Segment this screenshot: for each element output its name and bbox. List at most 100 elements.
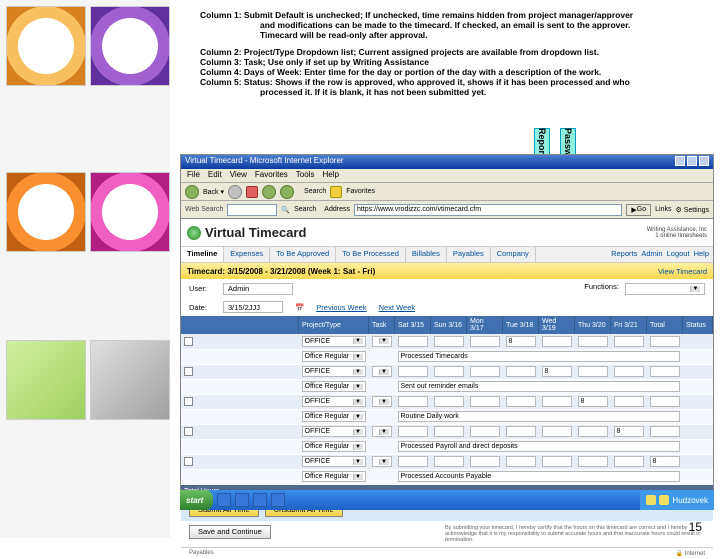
task-dropdown[interactable]: ▼ — [372, 396, 392, 407]
project-dropdown[interactable]: Office Regular▼ — [302, 411, 366, 422]
forward-button[interactable] — [228, 185, 242, 199]
hours-input[interactable] — [398, 366, 428, 377]
hours-input[interactable] — [578, 336, 608, 347]
hours-input[interactable] — [650, 336, 680, 347]
task-item[interactable] — [271, 493, 285, 507]
hours-input[interactable]: 8 — [506, 336, 536, 347]
links-label[interactable]: Links — [655, 206, 671, 213]
calendar-icon[interactable]: 📅 — [295, 303, 304, 312]
project-dropdown[interactable]: Office Regular▼ — [302, 441, 366, 452]
hours-input[interactable] — [506, 426, 536, 437]
submit-checkbox[interactable] — [184, 367, 193, 376]
start-button[interactable]: start — [180, 490, 213, 510]
hours-input[interactable] — [398, 396, 428, 407]
save-continue-button[interactable]: Save and Continue — [189, 525, 271, 539]
hours-input[interactable] — [614, 396, 644, 407]
hours-input[interactable] — [434, 426, 464, 437]
hours-input[interactable] — [506, 366, 536, 377]
submit-checkbox[interactable] — [184, 337, 193, 346]
project-dropdown[interactable]: OFFICE▼ — [302, 336, 366, 347]
tray-icon[interactable] — [659, 495, 669, 505]
task-dropdown[interactable]: ▼ — [372, 426, 392, 437]
tray-icon[interactable] — [646, 495, 656, 505]
link-logout[interactable]: Logout — [667, 249, 690, 260]
date-field[interactable]: 3/15/2JJJ — [223, 301, 283, 313]
system-tray[interactable]: Hudzovek — [640, 490, 714, 510]
hours-input[interactable] — [650, 366, 680, 377]
hours-input[interactable] — [578, 426, 608, 437]
hours-input[interactable] — [614, 456, 644, 467]
description-input[interactable]: Routine Daily work — [398, 411, 680, 422]
hours-input[interactable] — [506, 456, 536, 467]
favorites-icon[interactable] — [330, 186, 342, 198]
tab-process[interactable]: To Be Processed — [336, 247, 406, 262]
hours-input[interactable]: 8 — [542, 366, 572, 377]
hours-input[interactable] — [542, 396, 572, 407]
submit-checkbox[interactable] — [184, 427, 193, 436]
description-input[interactable]: Processed Payroll and direct deposits — [398, 441, 680, 452]
menu-tools[interactable]: Tools — [296, 170, 315, 181]
menu-file[interactable]: File — [187, 170, 200, 181]
description-input[interactable]: Processed Timecards — [398, 351, 680, 362]
menu-edit[interactable]: Edit — [208, 170, 222, 181]
stop-button[interactable] — [246, 186, 258, 198]
task-item[interactable] — [235, 493, 249, 507]
hours-input[interactable] — [542, 426, 572, 437]
hours-input[interactable] — [434, 396, 464, 407]
link-admin[interactable]: Admin — [641, 249, 662, 260]
hours-input[interactable] — [470, 396, 500, 407]
search-button[interactable]: Search — [304, 188, 326, 195]
task-item[interactable] — [217, 493, 231, 507]
hours-input[interactable] — [470, 456, 500, 467]
hours-input[interactable]: 8 — [650, 456, 680, 467]
hours-input[interactable] — [578, 456, 608, 467]
search-label[interactable]: Search — [294, 206, 316, 213]
hours-input[interactable] — [434, 456, 464, 467]
address-input[interactable]: https://www.vrodizzc.com/vtimecard.cfm — [354, 204, 622, 216]
hours-input[interactable] — [650, 426, 680, 437]
hours-input[interactable] — [398, 456, 428, 467]
task-dropdown[interactable]: ▼ — [372, 336, 392, 347]
hours-input[interactable] — [470, 366, 500, 377]
task-dropdown[interactable]: ▼ — [372, 366, 392, 377]
hours-input[interactable] — [434, 366, 464, 377]
task-dropdown[interactable]: ▼ — [372, 456, 392, 467]
close-button[interactable] — [699, 156, 709, 166]
view-timecard-link[interactable]: View Timecard — [658, 267, 707, 276]
link-help[interactable]: Help — [694, 249, 709, 260]
back-button[interactable] — [185, 185, 199, 199]
hours-input[interactable]: 8 — [614, 426, 644, 437]
websearch-label[interactable]: Web Search — [185, 206, 223, 213]
user-field[interactable]: Admin — [223, 283, 293, 295]
tab-billables[interactable]: Billables — [406, 247, 447, 262]
link-reports[interactable]: Reports — [611, 249, 637, 260]
project-dropdown[interactable]: Office Regular▼ — [302, 471, 366, 482]
project-dropdown[interactable]: OFFICE▼ — [302, 366, 366, 377]
description-input[interactable]: Processed Accounts Payable — [398, 471, 680, 482]
hours-input[interactable] — [506, 396, 536, 407]
hours-input[interactable] — [470, 426, 500, 437]
go-button[interactable]: ▶ Go — [626, 204, 651, 216]
hours-input[interactable] — [542, 456, 572, 467]
menu-favorites[interactable]: Favorites — [255, 170, 288, 181]
hours-input[interactable] — [398, 336, 428, 347]
hours-input[interactable] — [542, 336, 572, 347]
project-dropdown[interactable]: Office Regular▼ — [302, 351, 366, 362]
tab-timeline[interactable]: Timeline — [181, 247, 224, 262]
tab-company[interactable]: Company — [491, 247, 536, 262]
home-button[interactable] — [280, 185, 294, 199]
project-dropdown[interactable]: OFFICE▼ — [302, 396, 366, 407]
hours-input[interactable]: 8 — [578, 396, 608, 407]
hours-input[interactable] — [614, 336, 644, 347]
tab-expenses[interactable]: Expenses — [224, 247, 270, 262]
minimize-button[interactable] — [675, 156, 685, 166]
menu-view[interactable]: View — [230, 170, 247, 181]
project-dropdown[interactable]: Office Regular▼ — [302, 381, 366, 392]
favorites-button[interactable]: Favorites — [346, 188, 375, 195]
next-week-link[interactable]: Next Week — [379, 303, 416, 312]
hours-input[interactable] — [578, 366, 608, 377]
prev-week-link[interactable]: Previous Week — [316, 303, 366, 312]
refresh-button[interactable] — [262, 185, 276, 199]
hours-input[interactable] — [434, 336, 464, 347]
tab-payables[interactable]: Payables — [447, 247, 491, 262]
